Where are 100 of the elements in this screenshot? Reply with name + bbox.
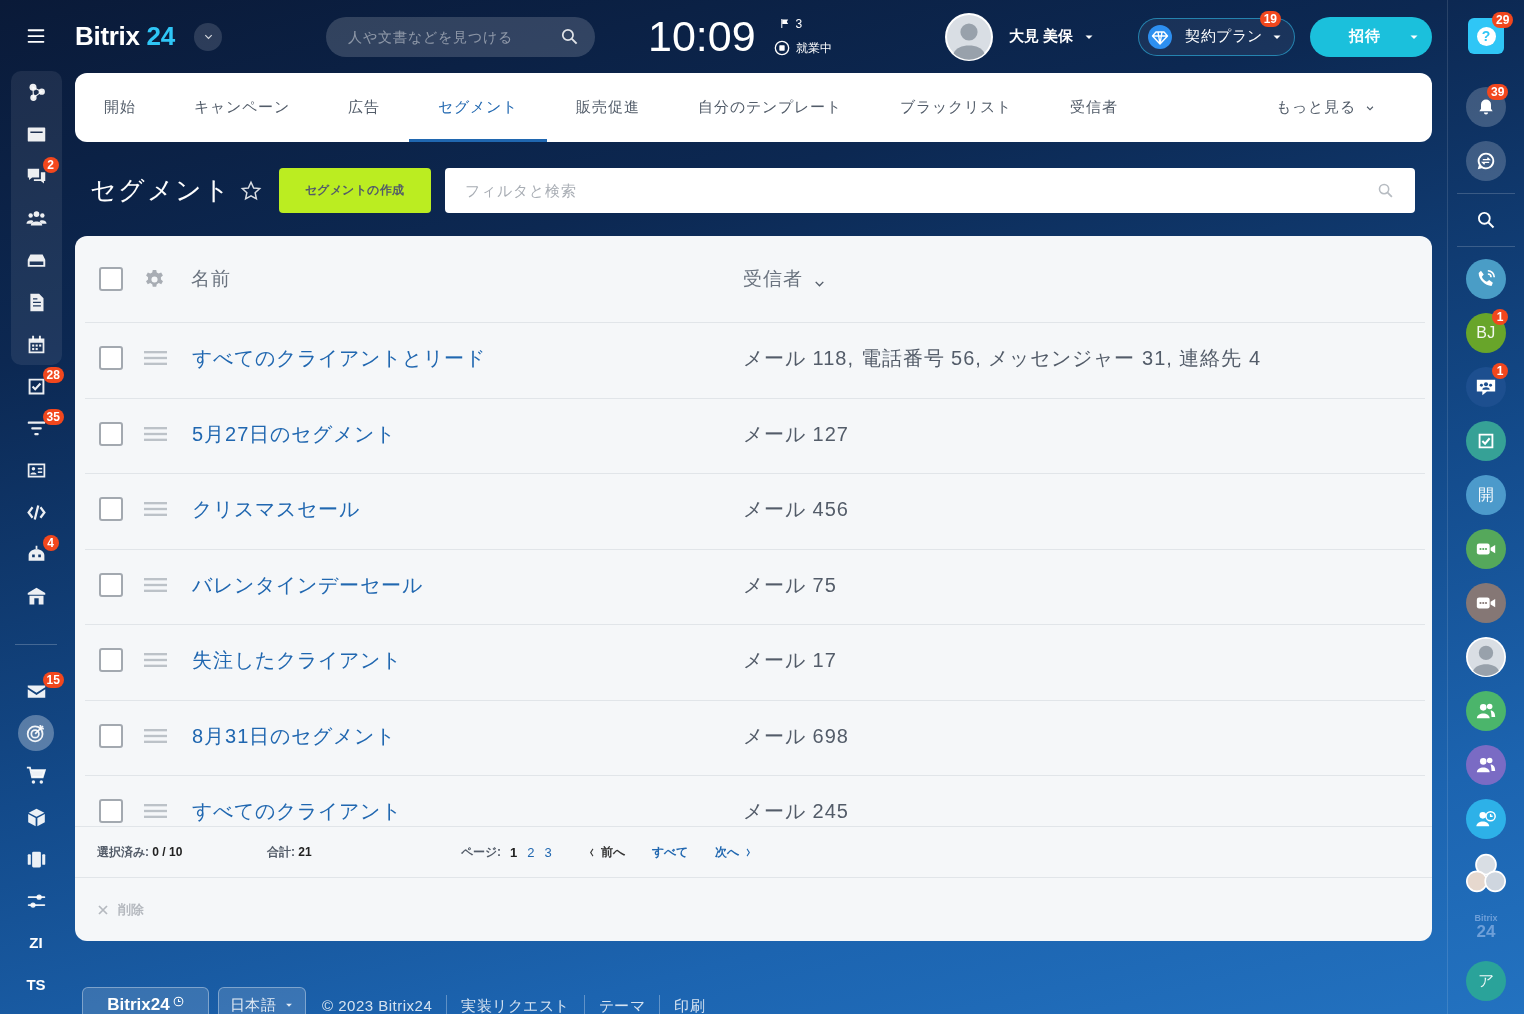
tab[interactable]: 開始	[75, 73, 165, 142]
tab[interactable]: 受信者	[1041, 73, 1147, 142]
page-title: セグメント	[90, 174, 232, 207]
counter-badge: 1	[1492, 309, 1508, 325]
counter-badge: 29	[1492, 12, 1514, 28]
segment-link[interactable]: 失注したクライアント	[192, 648, 743, 672]
column-header[interactable]: 名前	[191, 266, 743, 292]
footer-link[interactable]: 印刷	[674, 987, 706, 1014]
building-icon[interactable]	[25, 585, 47, 607]
all-pages-link[interactable]: すべて	[651, 843, 688, 861]
clock-time: 10:09	[648, 15, 756, 58]
chat-item[interactable]	[1466, 691, 1506, 731]
page-link[interactable]: 2	[527, 844, 535, 860]
chat-item[interactable]	[1466, 529, 1506, 569]
checkbox[interactable]	[99, 267, 123, 291]
selected-label: 選択済み:	[97, 844, 149, 859]
recipients-text: メール 127	[743, 421, 849, 446]
filter-search-field[interactable]: フィルタと検索	[444, 168, 1415, 213]
drag-handle-icon[interactable]	[144, 577, 167, 592]
brand-button[interactable]: Bitrix24	[82, 987, 209, 1014]
messages-button[interactable]	[1466, 141, 1506, 181]
counter-badge: 39	[1487, 84, 1509, 100]
total-count: 21	[298, 844, 312, 859]
footer-link[interactable]: 実装リクエスト	[461, 987, 570, 1014]
tab[interactable]: 自分のテンプレート	[669, 73, 871, 142]
drag-handle-icon[interactable]	[144, 351, 167, 365]
drag-handle-icon[interactable]	[144, 426, 167, 441]
avatar-placeholder[interactable]	[944, 12, 993, 61]
tab[interactable]: 広告	[319, 73, 409, 142]
group-avatar-icon[interactable]	[1466, 853, 1506, 893]
chat-item[interactable]	[1466, 421, 1506, 461]
chat-item[interactable]: ア	[1466, 961, 1506, 1001]
tab[interactable]: 販売促進	[547, 73, 669, 142]
recipients-text: メール 456	[743, 497, 849, 521]
close-icon	[97, 904, 109, 916]
segment-link[interactable]: 8月31日のセグメント	[192, 723, 743, 748]
star-icon[interactable]	[239, 179, 262, 202]
tab[interactable]: セグメント	[409, 73, 547, 142]
checkbox[interactable]	[99, 497, 123, 521]
cube-icon[interactable]	[25, 806, 47, 828]
segment-link[interactable]: すべてのクライアントとリード	[192, 346, 743, 370]
checkbox[interactable]	[99, 572, 123, 597]
target-icon[interactable]	[18, 715, 54, 751]
counter-badge: 15	[42, 672, 64, 688]
sidebar-item[interactable]: TS	[24, 975, 48, 995]
recipients-text: メール 245	[743, 799, 849, 823]
segment-link[interactable]: すべてのクライアント	[192, 799, 743, 823]
more-tab[interactable]: もっと見る	[1247, 73, 1432, 142]
counter-badge: 35	[42, 409, 64, 425]
tab[interactable]: ブラックリスト	[871, 73, 1041, 142]
page-link[interactable]: 3	[544, 844, 552, 860]
chat-item[interactable]: 開	[1466, 475, 1506, 515]
recipients-text: メール 698	[743, 723, 849, 748]
create-segment-button[interactable]: セグメントの作成	[278, 168, 431, 213]
recipients-text: メール 17	[743, 648, 837, 672]
checkbox[interactable]	[99, 723, 123, 748]
drag-handle-icon[interactable]	[144, 728, 167, 743]
chevron-left-icon	[587, 846, 596, 858]
search-icon[interactable]	[1476, 210, 1496, 230]
segment-link[interactable]: 5月27日のセグメント	[192, 421, 743, 446]
stop-circle-icon[interactable]	[773, 40, 790, 56]
footer-link[interactable]: テーマ	[598, 987, 646, 1014]
counter-badge: 2	[42, 157, 59, 173]
segment-link[interactable]: バレンタインデーセール	[192, 572, 743, 597]
search-icon[interactable]	[560, 26, 579, 46]
selected-count: 0 / 10	[152, 844, 183, 859]
column-header[interactable]: 受信者	[743, 266, 826, 292]
clock-icon	[172, 995, 184, 1007]
checkbox[interactable]	[99, 799, 123, 823]
checkbox[interactable]	[99, 421, 123, 446]
drag-handle-icon[interactable]	[144, 804, 167, 818]
notifications-button[interactable]	[1466, 87, 1506, 127]
tab[interactable]: キャンペーン	[165, 73, 319, 142]
checkbox[interactable]	[99, 648, 123, 672]
work-status-text[interactable]: 就業中	[795, 39, 832, 57]
drag-handle-icon[interactable]	[144, 502, 167, 516]
chat-item[interactable]	[1466, 583, 1506, 623]
checkbox[interactable]	[99, 346, 123, 370]
counter-badge: 28	[42, 367, 64, 383]
language-button[interactable]: 日本語	[218, 987, 306, 1014]
cart-icon[interactable]	[25, 764, 47, 786]
counter-badge: 4	[42, 535, 59, 551]
counter-badge: 1	[1492, 363, 1508, 379]
next-page-link[interactable]: 次へ	[714, 843, 752, 861]
page-label: ページ:	[461, 843, 501, 861]
chat-item[interactable]	[1466, 367, 1506, 407]
chat-sync-icon	[1475, 150, 1497, 172]
flag-count: 3	[795, 16, 803, 31]
logo-menu-button[interactable]	[194, 22, 222, 51]
chat-item[interactable]	[1466, 745, 1506, 785]
page-link[interactable]: 1	[510, 844, 518, 860]
user-menu-button[interactable]: 大見 美保	[1008, 27, 1095, 46]
segment-link[interactable]: クリスマスセール	[192, 497, 743, 521]
flag-icon	[778, 18, 790, 29]
chat-item[interactable]	[1466, 259, 1506, 299]
logo[interactable]: Bitrix 24	[75, 21, 182, 52]
sidebar-item[interactable]: ZI	[27, 933, 45, 953]
chat-item[interactable]	[1466, 799, 1506, 839]
drag-handle-icon[interactable]	[144, 653, 167, 667]
avatar-placeholder[interactable]	[1466, 637, 1506, 677]
